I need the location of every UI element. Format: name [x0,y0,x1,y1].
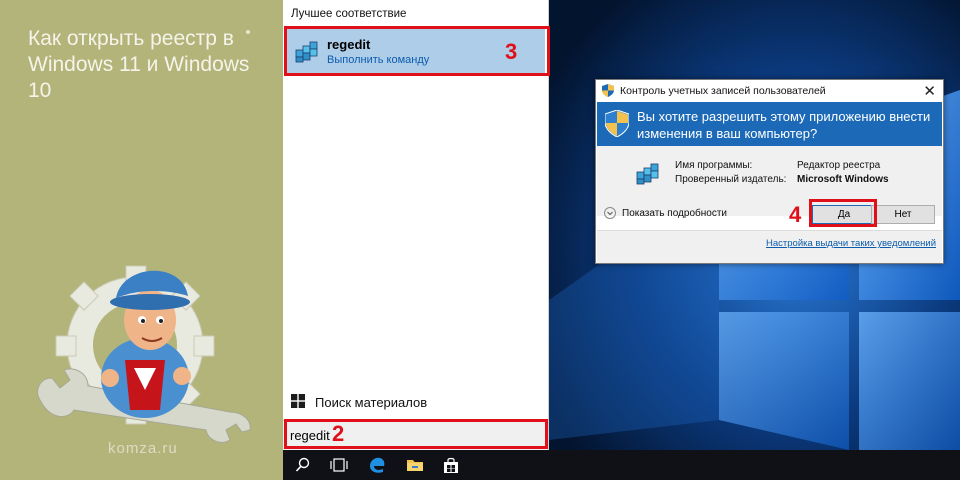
start-menu-search-panel: Лучшее соответствие regedit Выполнить ко… [283,0,549,450]
registry-editor-icon [295,41,318,63]
uac-shield-icon-large [605,110,629,137]
program-name-label: Имя программы: [675,160,753,171]
search-input[interactable]: regedit [283,420,548,450]
step-label-4: 4 [789,202,802,227]
notification-settings-link[interactable]: Настройка выдачи таких уведомлений [766,238,936,249]
uac-shield-icon [602,84,614,97]
program-name-value: Редактор реестра [797,160,881,171]
publisher-label: Проверенный издатель: [675,174,787,185]
uac-titlebar: Контроль учетных записей пользователей ✕ [596,80,943,102]
step-label-2: 2 [332,421,345,446]
taskbar-store-button[interactable] [433,450,469,480]
branding-panel: Как открыть реестр в Windows 11 и Window… [0,0,283,480]
gear-wrench-mechanic-icon [37,265,251,443]
task-view-icon [330,458,348,472]
publisher-value: Microsoft Windows [797,174,889,185]
site-label: komza.ru [108,440,178,457]
uac-dialog: Контроль учетных записей пользователей ✕… [595,79,944,264]
file-explorer-icon [407,460,423,471]
taskbar-file-explorer-button[interactable] [397,450,433,480]
close-icon[interactable]: ✕ [923,82,936,100]
search-input-value: regedit [290,428,330,443]
uac-banner: Вы хотите разрешить этому приложению вне… [597,102,942,146]
search-documents-item[interactable]: Поиск материалов [283,388,549,416]
registry-editor-icon [636,163,659,185]
no-button[interactable]: Нет [871,205,935,224]
article-title: Как открыть реестр в Windows 11 и Window… [28,27,250,102]
edge-icon [370,457,385,473]
result-name: regedit [327,37,371,52]
uac-title: Контроль учетных записей пользователей [620,85,826,97]
taskbar-task-view-button[interactable] [321,450,357,480]
windows-logo-icon [291,394,305,408]
result-subtitle: Выполнить команду [327,54,430,66]
decorative-dot [246,30,250,34]
chevron-down-icon [604,207,616,219]
mascot-logo [30,250,260,450]
yes-button[interactable]: Да [812,205,876,224]
screen: Как открыть реестр в Windows 11 и Window… [0,0,960,480]
step-label-3: 3 [505,39,518,64]
uac-question: Вы хотите разрешить этому приложению вне… [637,109,931,141]
taskbar-edge-button[interactable] [359,450,395,480]
uac-footer: Настройка выдачи таких уведомлений [597,230,942,263]
search-icon [295,457,310,472]
show-details-label: Показать подробности [622,208,727,219]
best-match-header: Лучшее соответствие [291,8,407,20]
search-documents-label: Поиск материалов [315,395,428,410]
taskbar [283,450,960,480]
taskbar-search-button[interactable] [285,450,321,480]
store-icon [444,457,458,473]
